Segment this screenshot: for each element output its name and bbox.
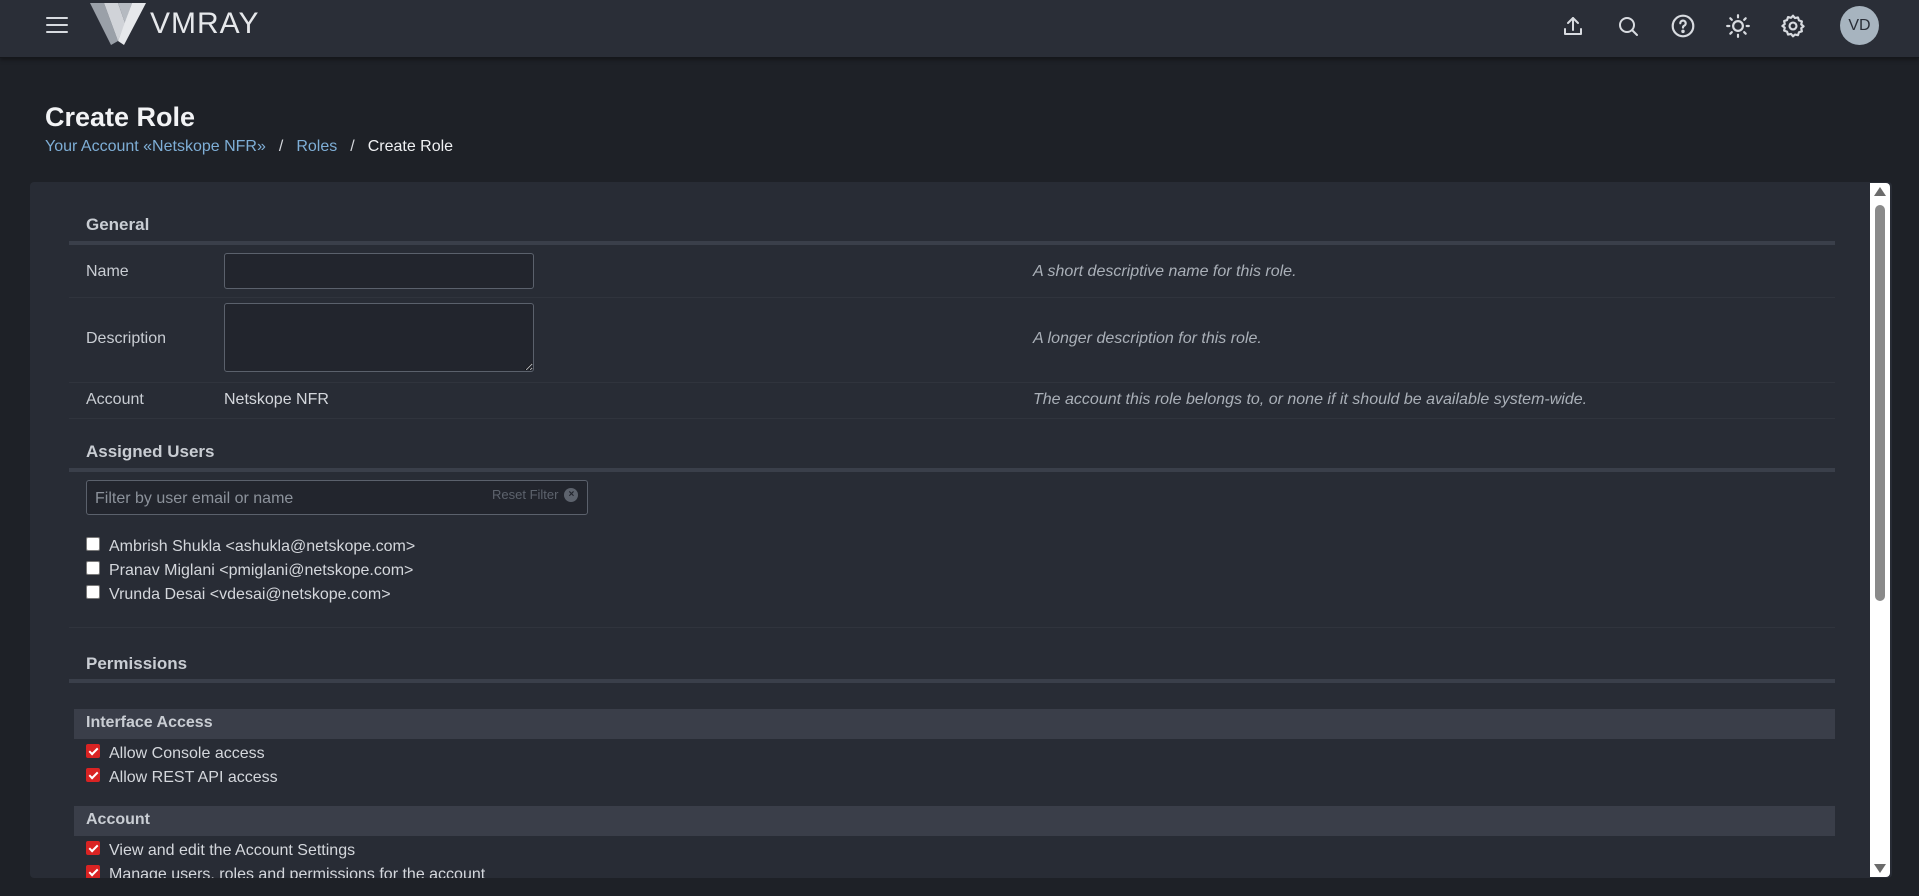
permission-checkbox-row[interactable]: Manage users, roles and permissions for …: [86, 865, 486, 878]
scroll-up-arrow-icon[interactable]: [1874, 187, 1886, 196]
user-avatar[interactable]: VD: [1840, 6, 1879, 45]
row-divider: [69, 418, 1835, 419]
panel-scrollbar[interactable]: [1870, 183, 1890, 877]
user-checkbox-row[interactable]: Vrunda Desai <vdesai@netskope.com>: [86, 585, 391, 604]
user-checkbox[interactable]: [86, 561, 100, 575]
section-divider: [69, 679, 1835, 683]
scrollbar-thumb[interactable]: [1875, 205, 1885, 601]
permission-checkbox[interactable]: [86, 841, 100, 855]
role-description-textarea[interactable]: [224, 303, 534, 372]
scroll-down-arrow-icon[interactable]: [1874, 864, 1886, 873]
row-divider: [69, 297, 1835, 298]
user-checkbox[interactable]: [86, 585, 100, 599]
breadcrumb-separator: /: [350, 138, 355, 155]
reset-filter-label: Reset Filter: [492, 487, 559, 502]
description-label: Description: [86, 330, 167, 347]
breadcrumb-current: Create Role: [367, 138, 454, 155]
user-checkbox-row[interactable]: Pranav Miglani <pmiglani@netskope.com>: [86, 561, 414, 580]
permission-checkbox-row[interactable]: View and edit the Account Settings: [86, 841, 356, 860]
role-name-input[interactable]: [224, 253, 534, 289]
permissions-section-title: Permissions: [86, 654, 188, 673]
user-label: Vrunda Desai <vdesai@netskope.com>: [109, 586, 391, 603]
permission-label: Allow Console access: [109, 745, 265, 762]
description-hint: A longer description for this role.: [1033, 330, 1262, 347]
permission-group-title: Account: [86, 811, 150, 828]
section-divider: [69, 241, 1835, 245]
permission-label: View and edit the Account Settings: [109, 842, 356, 859]
breadcrumb: Your Account «Netskope NFR» / Roles / Cr…: [45, 138, 453, 156]
permission-checkbox-row[interactable]: Allow Console access: [86, 744, 265, 763]
help-icon[interactable]: [1669, 12, 1697, 40]
permission-label: Allow REST API access: [109, 769, 278, 786]
top-navigation-bar: VMRAY VD: [0, 0, 1919, 58]
logo-text: VMRAY: [150, 7, 260, 40]
user-label: Pranav Miglani <pmiglani@netskope.com>: [109, 562, 414, 579]
reset-filter-button[interactable]: Reset Filter ×: [492, 487, 579, 502]
settings-icon[interactable]: [1779, 12, 1807, 40]
upload-icon[interactable]: [1559, 12, 1587, 40]
account-label: Account: [86, 391, 144, 408]
panel-clip: Manage users, roles and permissions for …: [30, 862, 1868, 878]
name-hint: A short descriptive name for this role.: [1033, 263, 1297, 280]
menu-icon[interactable]: [46, 17, 68, 35]
row-divider: [69, 627, 1835, 628]
user-filter-input[interactable]: [93, 487, 477, 511]
breadcrumb-account-link[interactable]: Your Account «Netskope NFR»: [45, 138, 266, 156]
section-divider: [69, 468, 1835, 472]
permission-group-header: Interface Access: [74, 709, 1835, 739]
user-filter-field: Reset Filter ×: [86, 480, 588, 515]
user-checkbox-row[interactable]: Ambrish Shukla <ashukla@netskope.com>: [86, 537, 416, 556]
user-checkbox[interactable]: [86, 537, 100, 551]
permission-checkbox[interactable]: [86, 768, 100, 782]
permission-checkbox-row[interactable]: Allow REST API access: [86, 768, 278, 787]
permission-checkbox[interactable]: [86, 744, 100, 758]
user-label: Ambrish Shukla <ashukla@netskope.com>: [109, 538, 416, 555]
permission-checkbox[interactable]: [86, 865, 100, 878]
breadcrumb-roles-link[interactable]: Roles: [296, 138, 337, 156]
theme-toggle-icon[interactable]: [1724, 12, 1752, 40]
permission-label: Manage users, roles and permissions for …: [109, 866, 486, 878]
permission-group-header: Account: [74, 806, 1835, 836]
search-icon[interactable]: [1614, 12, 1642, 40]
page-title: Create Role: [45, 102, 196, 132]
account-hint: The account this role belongs to, or non…: [1033, 391, 1588, 408]
account-value: Netskope NFR: [224, 391, 329, 408]
name-label: Name: [86, 263, 129, 280]
row-divider: [69, 382, 1835, 383]
general-section-title: General: [86, 215, 150, 234]
permission-group-title: Interface Access: [86, 714, 213, 731]
assigned-users-section-title: Assigned Users: [86, 442, 215, 461]
clear-icon: ×: [564, 487, 579, 502]
logo-mark-icon: [90, 3, 146, 45]
breadcrumb-separator: /: [278, 138, 284, 155]
vmray-logo[interactable]: VMRAY: [90, 3, 259, 45]
